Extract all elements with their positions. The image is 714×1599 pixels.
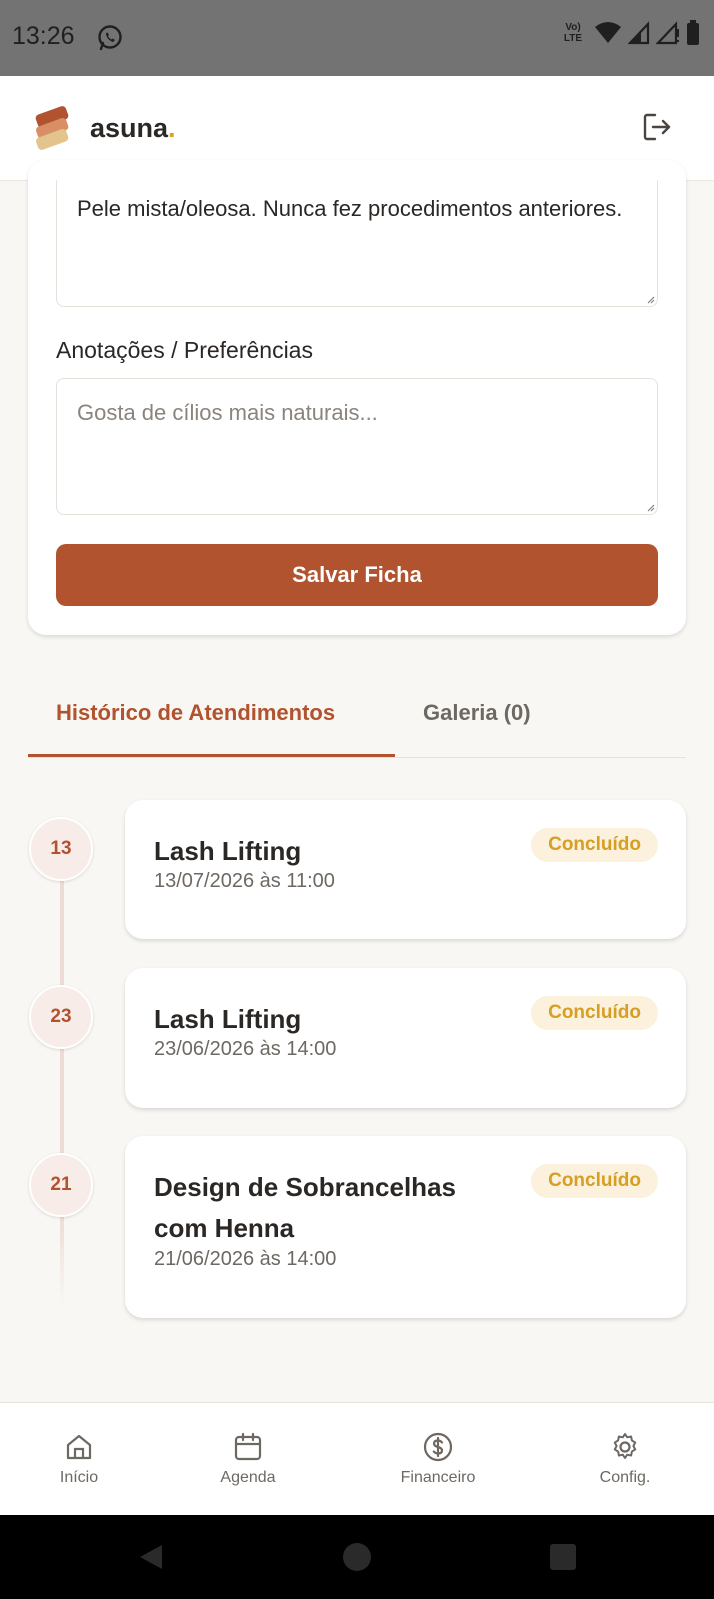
status-badge: Concluído <box>531 996 658 1030</box>
status-badge: Concluído <box>531 828 658 862</box>
resize-handle-icon[interactable] <box>647 296 655 304</box>
observacoes-textarea[interactable]: Pele mista/oleosa. Nunca fez procediment… <box>56 180 658 307</box>
appointment-card[interactable]: Lash Lifting 23/06/2026 às 14:00 Concluí… <box>125 968 686 1108</box>
brand-name: asuna. <box>90 113 176 144</box>
anotacoes-placeholder: Gosta de cílios mais naturais... <box>77 400 378 425</box>
logout-icon[interactable] <box>640 110 674 144</box>
status-badge: Concluído <box>531 1164 658 1198</box>
nav-item-agenda[interactable]: Agenda <box>188 1431 308 1487</box>
wifi-icon <box>595 22 621 43</box>
nav-label: Config. <box>599 1469 651 1486</box>
nav-item-config[interactable]: Config. <box>565 1431 685 1487</box>
nav-item-financeiro[interactable]: Financeiro <box>378 1431 498 1487</box>
gear-icon <box>613 1433 637 1459</box>
signal-icon <box>628 21 650 45</box>
status-bar: 13:26 Vo) LTE <box>0 0 714 76</box>
home-circle-icon[interactable] <box>342 1542 372 1572</box>
appointment-datetime: 23/06/2026 às 14:00 <box>154 1038 337 1060</box>
client-form-card: Pele mista/oleosa. Nunca fez procediment… <box>28 160 686 635</box>
appointment-card[interactable]: Design de Sobrancelhas com Henna 21/06/2… <box>125 1136 686 1318</box>
calendar-icon <box>234 1432 262 1461</box>
nav-label: Agenda <box>220 1469 276 1486</box>
anotacoes-textarea[interactable]: Gosta de cílios mais naturais... <box>56 378 658 515</box>
tab-galeria[interactable]: Galeria (0) <box>423 700 531 726</box>
appointment-service: Design de Sobrancelhas com Henna <box>154 1172 456 1243</box>
battery-icon <box>687 20 699 45</box>
system-nav-bar <box>0 1515 714 1599</box>
nav-label: Início <box>59 1469 99 1486</box>
active-tab-indicator <box>28 754 395 757</box>
appointment-service: Lash Lifting <box>154 1004 302 1034</box>
resize-handle-icon[interactable] <box>647 504 655 512</box>
appointment-datetime: 13/07/2026 às 11:00 <box>154 870 335 892</box>
timeline-day-marker: 13 <box>29 817 93 881</box>
timeline-day-marker: 23 <box>29 985 93 1049</box>
whatsapp-icon <box>98 25 122 51</box>
status-icons: Vo) LTE <box>562 20 700 46</box>
status-time: 13:26 <box>12 22 75 50</box>
bottom-nav: Início Agenda Financeiro Config. <box>0 1402 714 1515</box>
timeline-line <box>60 845 64 1305</box>
logo-icon <box>35 106 69 150</box>
signal-no-data-icon <box>656 21 679 45</box>
anotacoes-label: Anotações / Preferências <box>56 337 313 363</box>
appointment-card[interactable]: Lash Lifting 13/07/2026 às 11:00 Concluí… <box>125 800 686 939</box>
brand-text: asuna <box>90 113 169 143</box>
recents-icon[interactable] <box>549 1543 577 1571</box>
nav-item-inicio[interactable]: Início <box>19 1431 139 1487</box>
tabs: Histórico de Atendimentos Galeria (0) <box>28 680 686 758</box>
brand-dot: . <box>168 113 176 143</box>
home-icon <box>66 1434 92 1460</box>
save-button[interactable]: Salvar Ficha <box>56 544 658 606</box>
back-icon[interactable] <box>136 1542 166 1572</box>
volte-label: Vo) LTE <box>563 22 583 44</box>
observacoes-value: Pele mista/oleosa. Nunca fez procediment… <box>77 196 623 221</box>
appointment-service: Lash Lifting <box>154 836 302 866</box>
appointment-datetime: 21/06/2026 às 14:00 <box>154 1248 337 1270</box>
dollar-icon <box>423 1432 453 1462</box>
timeline-day-marker: 21 <box>29 1153 93 1217</box>
nav-label: Financeiro <box>400 1469 476 1486</box>
tab-historico[interactable]: Histórico de Atendimentos <box>56 700 335 726</box>
